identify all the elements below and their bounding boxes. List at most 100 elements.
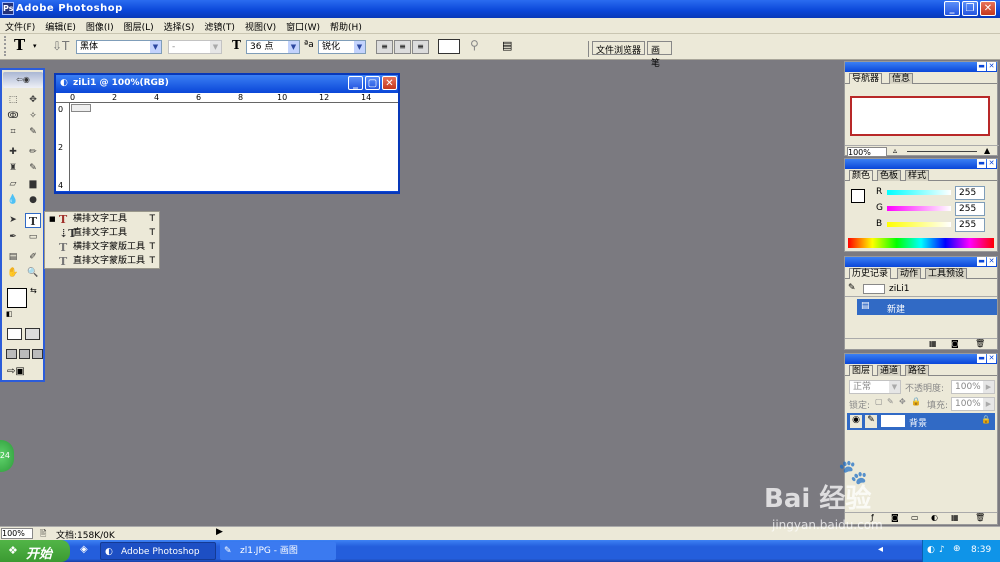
doc-close-button[interactable]: ✕ [382, 76, 397, 90]
quickmask-mode-icon[interactable] [25, 328, 40, 340]
adobe-online-icon[interactable]: ⇦◉ [3, 72, 43, 88]
menu-help[interactable]: 帮助(H) [325, 18, 367, 33]
blur-tool-icon[interactable]: 💧 [5, 193, 21, 208]
red-slider[interactable] [887, 190, 951, 195]
tab-brushes[interactable]: 画笔 [647, 41, 672, 69]
color-fg-swatch[interactable] [851, 189, 865, 203]
palette-close-icon[interactable]: ✕ [987, 159, 996, 168]
tab-swatches[interactable]: 色板 [877, 170, 902, 181]
tab-styles[interactable]: 样式 [905, 170, 930, 181]
foreground-color-swatch[interactable] [7, 288, 27, 308]
opacity-input[interactable]: 100% ▶ [951, 380, 995, 394]
slice-tool-icon[interactable]: ✎ [25, 125, 41, 140]
magic-wand-icon[interactable]: ✧ [25, 109, 41, 124]
flyout-item-vertical-type-mask[interactable]: T 直排文字蒙版工具 T [45, 255, 159, 268]
green-slider[interactable] [887, 206, 951, 211]
history-brush-source-icon[interactable]: ✎ [848, 283, 856, 293]
zoom-in-icon[interactable]: ▲ [984, 146, 990, 155]
dodge-tool-icon[interactable]: ● [25, 193, 41, 208]
quicklaunch-icon[interactable]: ◈ [80, 544, 88, 555]
palette-minimize-icon[interactable]: ▬ [977, 62, 986, 71]
trash-icon[interactable]: 🗑 [975, 339, 985, 348]
tab-navigator[interactable]: 导航器 [849, 73, 883, 84]
blend-mode-select[interactable]: 正常 ▼ [849, 380, 901, 394]
close-button[interactable]: ✕ [980, 1, 996, 16]
new-layer-icon[interactable]: ▦ [951, 513, 959, 522]
camera-snapshot-icon[interactable]: ◙ [951, 339, 959, 348]
zoom-slider[interactable] [907, 151, 977, 152]
palette-minimize-icon[interactable]: ▬ [977, 257, 986, 266]
orientation-toggle-icon[interactable]: ⇩T [52, 39, 69, 53]
palette-close-icon[interactable]: ✕ [987, 354, 996, 363]
jump-to-imageready-icon[interactable]: ⇨▣ [7, 366, 25, 377]
warp-text-icon[interactable]: ⚲ [470, 38, 479, 52]
doc-minimize-button[interactable]: _ [348, 76, 363, 90]
font-size-select[interactable]: 36 点 ▼ [246, 40, 300, 54]
flyout-item-vertical-type[interactable]: ⇣T 直排文字工具 T [45, 227, 159, 240]
lock-paint-icon[interactable]: ✎ [887, 397, 894, 406]
tray-expand-icon[interactable]: ◂ [878, 544, 883, 555]
clone-stamp-icon[interactable]: ♜ [5, 161, 21, 176]
options-grip[interactable] [4, 36, 7, 56]
palettes-icon[interactable]: ▤ [502, 39, 512, 52]
zoom-out-icon[interactable]: ▵ [893, 146, 897, 155]
color-ramp[interactable] [848, 238, 994, 248]
palette-close-icon[interactable]: ✕ [987, 62, 996, 71]
menu-view[interactable]: 视图(V) [240, 18, 281, 33]
side-float-badge[interactable]: 24 [0, 440, 14, 472]
tab-info[interactable]: 信息 [889, 73, 914, 84]
align-center-icon[interactable]: ≡ [394, 40, 411, 54]
history-step-row[interactable]: ▤ 新建 [857, 299, 997, 315]
type-tool-icon[interactable]: T [25, 213, 41, 228]
hand-tool-icon[interactable]: ✋ [5, 266, 21, 281]
doc-maximize-button[interactable]: ▢ [365, 76, 380, 90]
minimize-button[interactable]: _ [944, 1, 960, 16]
new-document-from-state-icon[interactable]: ▦ [929, 339, 937, 348]
tab-history[interactable]: 历史记录 [849, 268, 892, 279]
blue-value-input[interactable]: 255 [955, 218, 985, 232]
path-selection-icon[interactable]: ➤ [5, 213, 21, 228]
ime-icon[interactable]: ◐ [927, 545, 935, 555]
chevron-down-icon[interactable]: ▾ [33, 42, 37, 50]
status-zoom-input[interactable]: 100% [1, 528, 33, 539]
font-family-select[interactable]: 黑体 ▼ [76, 40, 162, 54]
red-value-input[interactable]: 255 [955, 186, 985, 200]
taskbar-item-photoshop[interactable]: ◐ Adobe Photoshop [100, 542, 216, 560]
text-color-swatch[interactable] [438, 39, 460, 54]
marquee-tool-icon[interactable]: ⬚ [5, 93, 21, 108]
align-right-icon[interactable]: ≡ [412, 40, 429, 54]
delete-layer-icon[interactable]: 🗑 [975, 513, 985, 522]
tab-paths[interactable]: 路径 [905, 365, 930, 376]
menu-filter[interactable]: 滤镜(T) [199, 18, 240, 33]
healing-brush-icon[interactable]: ✚ [5, 145, 21, 160]
volume-icon[interactable]: ♪ [939, 545, 945, 555]
pen-tool-icon[interactable]: ✒ [5, 230, 21, 245]
tab-actions[interactable]: 动作 [897, 268, 922, 279]
document-canvas[interactable] [70, 103, 398, 191]
document-title-bar[interactable]: ◐ ziLi1 @ 100%(RGB) _ ▢ ✕ [56, 75, 398, 93]
brush-tool-icon[interactable]: ✏ [25, 145, 41, 160]
lock-move-icon[interactable]: ✥ [899, 397, 906, 406]
palette-minimize-icon[interactable]: ▬ [977, 354, 986, 363]
eyedropper-icon[interactable]: ✐ [25, 250, 41, 265]
navigator-preview[interactable] [850, 96, 990, 136]
navigator-zoom-input[interactable]: 100% [847, 147, 887, 157]
zoom-tool-icon[interactable]: 🔍 [25, 266, 41, 281]
tab-tool-presets[interactable]: 工具预设 [925, 268, 968, 279]
antialias-select[interactable]: 锐化 ▼ [318, 40, 366, 54]
lock-transparency-icon[interactable]: ▢ [875, 397, 883, 406]
eraser-tool-icon[interactable]: ▱ [5, 177, 21, 192]
palette-title-bar[interactable]: ▬ ✕ [845, 62, 997, 72]
network-icon[interactable]: ⊕ [953, 544, 961, 554]
palette-close-icon[interactable]: ✕ [987, 257, 996, 266]
menu-file[interactable]: 文件(F) [0, 18, 40, 33]
screen-mode-full-icon[interactable] [32, 349, 43, 359]
flyout-item-horizontal-type-mask[interactable]: T 横排文字蒙版工具 T [45, 241, 159, 254]
flyout-item-horizontal-type[interactable]: ■ T 横排文字工具 T [45, 213, 159, 226]
screen-mode-full-menu-icon[interactable] [19, 349, 30, 359]
notes-tool-icon[interactable]: ▤ [5, 250, 21, 265]
lock-all-icon[interactable]: 🔒 [911, 397, 921, 406]
tab-layers[interactable]: 图层 [849, 365, 874, 376]
screen-mode-standard-icon[interactable] [6, 349, 17, 359]
start-button[interactable]: ❖ 开始 [0, 540, 70, 562]
